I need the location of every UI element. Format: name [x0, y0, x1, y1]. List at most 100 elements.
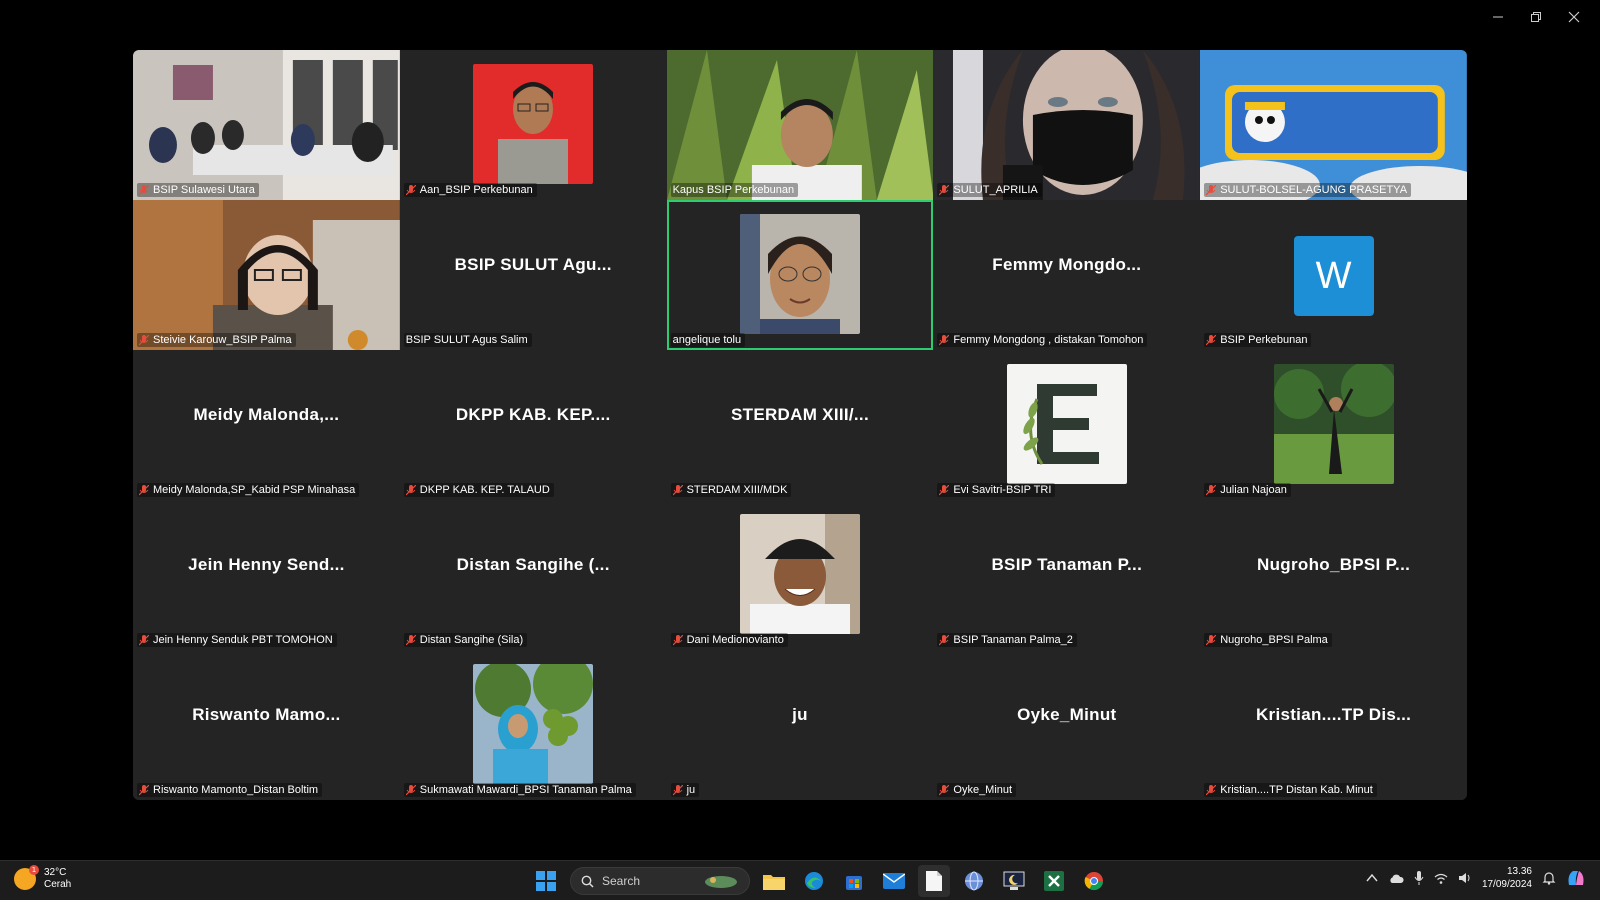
muted-mic-icon — [1206, 784, 1217, 795]
search-box[interactable]: Search — [570, 867, 750, 895]
participant-tile[interactable]: Femmy Mongdo... Femmy Mongdong , distaka… — [933, 200, 1201, 350]
participant-tile[interactable]: Jein Henny Send... Jein Henny Senduk PBT… — [133, 500, 400, 650]
video-feed — [933, 50, 1201, 200]
clock[interactable]: 13.36 17/09/2024 — [1482, 865, 1532, 891]
copilot-icon[interactable] — [1566, 869, 1586, 887]
participant-display-name: Oyke_Minut — [1017, 705, 1117, 724]
document-icon — [926, 871, 942, 891]
participant-name: Distan Sangihe (Sila) — [403, 633, 528, 647]
file-explorer-button[interactable] — [758, 865, 790, 897]
globe-app-button[interactable] — [958, 865, 990, 897]
participant-name: Steivie Karouw_BSIP Palma — [137, 333, 296, 347]
participant-tile[interactable]: BSIP Sulawesi Utara — [133, 50, 400, 200]
microphone-icon[interactable] — [1414, 871, 1424, 885]
clock-date: 17/09/2024 — [1481, 879, 1532, 890]
participant-display-name: BSIP SULUT Agu... — [454, 255, 612, 274]
participant-name: Aan_BSIP Perkebunan — [403, 183, 537, 197]
participant-name: Sukmawati Mawardi_BPSI Tanaman Palma — [403, 783, 636, 797]
globe-icon — [965, 871, 983, 891]
w-logo-icon: W — [1293, 236, 1374, 316]
participant-tile[interactable]: BSIP Tanaman P... BSIP Tanaman Palma_2 — [933, 500, 1201, 650]
cloud-icon[interactable] — [1388, 873, 1404, 884]
participant-tile[interactable]: Sukmawati Mawardi_BPSI Tanaman Palma — [399, 650, 667, 800]
search-icon — [581, 875, 594, 888]
participant-display-name: Femmy Mongdo... — [992, 255, 1142, 274]
chrome-button[interactable] — [1078, 865, 1110, 897]
monitor-app-button[interactable] — [998, 865, 1030, 897]
clock-time: 13.36 — [1506, 866, 1532, 877]
participant-name: Jein Henny Senduk PBT TOMOHON — [137, 633, 337, 647]
wifi-icon[interactable] — [1434, 873, 1448, 884]
participant-tile[interactable]: Julian Najoan — [1200, 350, 1467, 500]
participant-display-name: DKPP KAB. KEP.... — [455, 405, 611, 424]
participant-tile[interactable]: Steivie Karouw_BSIP Palma — [133, 200, 400, 350]
notification-bell-icon[interactable] — [1542, 871, 1556, 885]
participant-name: Nugroho_BPSI Palma — [1204, 633, 1332, 647]
search-highlight-icon — [705, 876, 737, 888]
excel-button[interactable] — [1038, 865, 1070, 897]
video-feed — [666, 50, 934, 200]
search-label: Search — [602, 874, 641, 888]
profile-photo — [1273, 364, 1394, 484]
participant-name: Oyke_Minut — [937, 783, 1017, 797]
profile-photo — [739, 514, 860, 634]
store-button[interactable] — [838, 865, 870, 897]
participant-name: SULUT-BOLSEL-AGUNG PRASETYA — [1204, 183, 1412, 197]
participant-name: BSIP Tanaman Palma_2 — [937, 633, 1077, 647]
mail-icon — [883, 873, 905, 889]
muted-mic-icon — [672, 634, 683, 645]
video-feed — [133, 50, 400, 200]
weather-widget[interactable]: 1 32°C Cerah — [14, 865, 71, 891]
participant-name: Julian Najoan — [1204, 483, 1291, 497]
participant-tile[interactable]: Riswanto Mamo... Riswanto Mamonto_Distan… — [133, 650, 400, 800]
participant-name: BSIP Sulawesi Utara — [137, 183, 259, 197]
participant-tile[interactable]: STERDAM XIII/... STERDAM XIII/MDK — [666, 350, 934, 500]
taskbar: 1 32°C Cerah Search 13.36 17/09/2024 — [0, 860, 1600, 900]
participant-tile[interactable]: Aan_BSIP Perkebunan — [399, 50, 667, 200]
letter-e-logo-picture — [1006, 364, 1127, 484]
participant-tile[interactable]: Nugroho_BPSI P... Nugroho_BPSI Palma — [1200, 500, 1467, 650]
participant-tile[interactable]: ju ju — [666, 650, 934, 800]
participant-tile[interactable]: Dani Medionovianto — [666, 500, 934, 650]
document-app-button[interactable] — [918, 865, 950, 897]
participant-tile[interactable]: BSIP SULUT Agu... BSIP SULUT Agus Salim — [399, 200, 667, 350]
participant-tile[interactable]: DKPP KAB. KEP.... DKPP KAB. KEP. TALAUD — [399, 350, 667, 500]
participant-tile[interactable]: Kapus BSIP Perkebunan — [666, 50, 934, 200]
participant-display-name: STERDAM XIII/... — [731, 405, 869, 424]
participant-tile[interactable]: SULUT_APRILIA — [933, 50, 1201, 200]
participant-tile[interactable]: SULUT-BOLSEL-AGUNG PRASETYA — [1200, 50, 1467, 200]
chevron-up-icon[interactable] — [1366, 873, 1378, 883]
participant-tile[interactable]: Oyke_Minut Oyke_Minut — [933, 650, 1201, 800]
muted-mic-icon — [405, 184, 416, 195]
muted-mic-icon — [672, 484, 683, 495]
windows-icon — [536, 871, 556, 891]
participant-display-name: Riswanto Mamo... — [192, 705, 341, 724]
participant-tile[interactable]: Distan Sangihe (... Distan Sangihe (Sila… — [399, 500, 667, 650]
muted-mic-icon — [939, 334, 950, 345]
volume-icon[interactable] — [1458, 872, 1472, 884]
participant-tile[interactable]: Kristian....TP Dis... Kristian....TP Dis… — [1200, 650, 1467, 800]
minimize-button[interactable] — [1482, 6, 1514, 28]
participant-name: SULUT_APRILIA — [937, 183, 1042, 197]
participant-tile[interactable]: W BSIP Perkebunan — [1200, 200, 1467, 350]
participant-display-name: Kristian....TP Dis... — [1255, 705, 1412, 724]
participant-name: Dani Medionovianto — [670, 633, 788, 647]
muted-mic-icon — [672, 784, 683, 795]
muted-mic-icon — [939, 484, 950, 495]
muted-mic-icon — [405, 784, 416, 795]
video-feed — [133, 200, 400, 350]
start-button[interactable] — [530, 865, 562, 897]
participant-name: BSIP SULUT Agus Salim — [403, 333, 532, 347]
restore-button[interactable] — [1520, 6, 1552, 28]
edge-button[interactable] — [798, 865, 830, 897]
participant-tile[interactable]: Evi Savitri-BSIP TRI — [933, 350, 1201, 500]
muted-mic-icon — [139, 184, 149, 195]
notification-badge: 1 — [29, 865, 39, 875]
restore-icon — [1531, 12, 1541, 22]
close-button[interactable] — [1558, 6, 1590, 28]
mail-button[interactable] — [878, 865, 910, 897]
participant-tile[interactable]: Meidy Malonda,... Meidy Malonda,SP_Kabid… — [133, 350, 400, 500]
video-feed — [1200, 50, 1467, 200]
monitor-moon-icon — [1003, 871, 1025, 890]
participant-tile-active-speaker[interactable]: angelique tolu — [666, 200, 934, 350]
